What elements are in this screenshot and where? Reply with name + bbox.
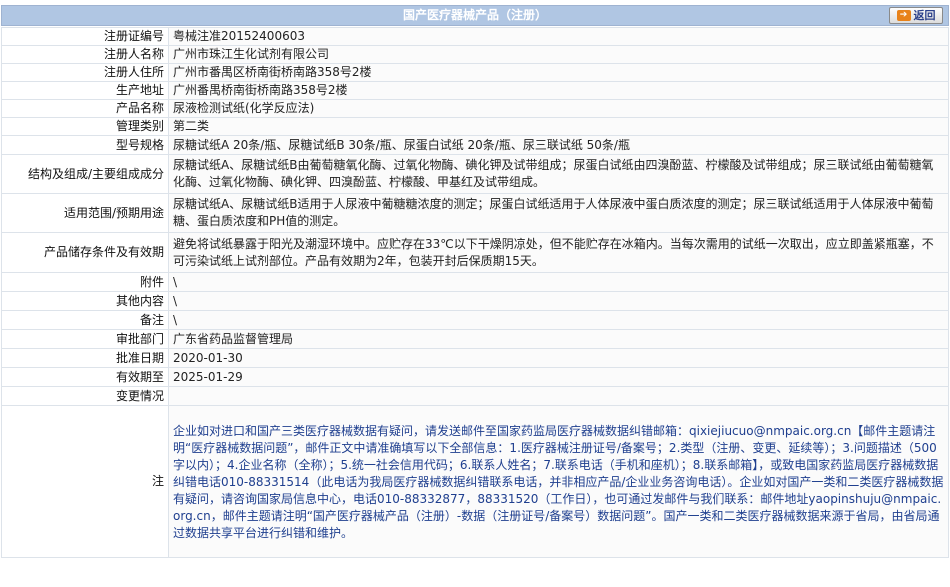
row-note: 注 企业如对进口和国产三类医疗器械数据有疑问，请发送邮件至国家药监局医疗器械数据…	[1, 405, 949, 558]
field-label: 产品储存条件及有效期	[1, 232, 169, 273]
field-value: 广州市番禺区桥南街桥南路358号2楼	[168, 63, 949, 82]
field-value	[168, 386, 949, 406]
row-product-name: 产品名称 尿液检测试纸(化学反应法)	[1, 99, 949, 118]
field-value: 广州番禺桥南街桥南路358号2楼	[168, 81, 949, 100]
field-value: 2020-01-30	[168, 348, 949, 368]
field-value: 避免将试纸暴露于阳光及潮湿环境中。应贮存在33℃以下干燥阴凉处，但不能贮存在冰箱…	[168, 232, 949, 273]
field-label: 附件	[1, 272, 169, 292]
field-value: 广东省药品监督管理局	[168, 329, 949, 349]
field-label: 变更情况	[1, 386, 169, 406]
field-label: 有效期至	[1, 367, 169, 387]
field-label: 适用范围/预期用途	[1, 193, 169, 233]
field-label: 生产地址	[1, 81, 169, 100]
field-value: 尿糖试纸A、尿糖试纸B由葡萄糖氧化酶、过氧化物酶、碘化钾及试带组成；尿蛋白试纸由…	[168, 154, 949, 194]
row-structure: 结构及组成/主要组成成分 尿糖试纸A、尿糖试纸B由葡萄糖氧化酶、过氧化物酶、碘化…	[1, 154, 949, 194]
row-remarks: 备注 \	[1, 310, 949, 330]
field-value: \	[168, 272, 949, 292]
field-value: 2025-01-29	[168, 367, 949, 387]
row-management-class: 管理类别 第二类	[1, 117, 949, 136]
row-registrant-name: 注册人名称 广州市珠江生化试剂有限公司	[1, 45, 949, 64]
page-title: 国产医疗器械产品（注册）	[402, 8, 547, 22]
field-label: 产品名称	[1, 99, 169, 118]
row-production-address: 生产地址 广州番禺桥南街桥南路358号2楼	[1, 81, 949, 100]
field-label: 批准日期	[1, 348, 169, 368]
field-label: 注册人名称	[1, 45, 169, 64]
row-intended-use: 适用范围/预期用途 尿糖试纸A、尿糖试纸B适用于人尿液中葡糖糖浓度的测定；尿蛋白…	[1, 193, 949, 233]
product-info-table: 注册证编号 粤械注准20152400603 注册人名称 广州市珠江生化试剂有限公…	[1, 27, 949, 558]
note-cell: 企业如对进口和国产三类医疗器械数据有疑问，请发送邮件至国家药监局医疗器械数据纠错…	[168, 405, 949, 558]
row-registrant-address: 注册人住所 广州市番禺区桥南街桥南路358号2楼	[1, 63, 949, 82]
field-value: 尿糖试纸A、尿糖试纸B适用于人尿液中葡糖糖浓度的测定；尿蛋白试纸适用于人体尿液中…	[168, 193, 949, 233]
field-value: 尿糖试纸A 20条/瓶、尿糖试纸B 30条/瓶、尿蛋白试纸 20条/瓶、尿三联试…	[168, 135, 949, 155]
row-storage: 产品储存条件及有效期 避免将试纸暴露于阳光及潮湿环境中。应贮存在33℃以下干燥阴…	[1, 232, 949, 273]
row-change-history: 变更情况	[1, 386, 949, 406]
back-button-label: 返回	[913, 9, 936, 22]
back-arrow-icon: ➔	[896, 10, 911, 21]
field-value: \	[168, 291, 949, 311]
page-header: 国产医疗器械产品（注册） ➔ 返回	[1, 5, 949, 26]
field-label: 型号规格	[1, 135, 169, 155]
field-value: 尿液检测试纸(化学反应法)	[168, 99, 949, 118]
note-label: 注	[1, 405, 169, 558]
field-label: 审批部门	[1, 329, 169, 349]
field-label: 结构及组成/主要组成成分	[1, 154, 169, 194]
row-approval-date: 批准日期 2020-01-30	[1, 348, 949, 368]
field-value: 广州市珠江生化试剂有限公司	[168, 45, 949, 64]
field-value: \	[168, 310, 949, 330]
back-button[interactable]: ➔ 返回	[889, 7, 943, 24]
page: 国产医疗器械产品（注册） ➔ 返回 注册证编号 粤械注准20152400603 …	[0, 0, 950, 587]
row-reg-no: 注册证编号 粤械注准20152400603	[1, 27, 949, 46]
row-valid-until: 有效期至 2025-01-29	[1, 367, 949, 387]
field-value: 第二类	[168, 117, 949, 136]
field-label: 备注	[1, 310, 169, 330]
row-approval-dept: 审批部门 广东省药品监督管理局	[1, 329, 949, 349]
row-other: 其他内容 \	[1, 291, 949, 311]
field-label: 注册人住所	[1, 63, 169, 82]
row-model-spec: 型号规格 尿糖试纸A 20条/瓶、尿糖试纸B 30条/瓶、尿蛋白试纸 20条/瓶…	[1, 135, 949, 155]
field-label: 其他内容	[1, 291, 169, 311]
note-text: 企业如对进口和国产三类医疗器械数据有疑问，请发送邮件至国家药监局医疗器械数据纠错…	[173, 424, 944, 540]
field-value: 粤械注准20152400603	[168, 27, 949, 46]
field-label: 管理类别	[1, 117, 169, 136]
row-attachments: 附件 \	[1, 272, 949, 292]
field-label: 注册证编号	[1, 27, 169, 46]
